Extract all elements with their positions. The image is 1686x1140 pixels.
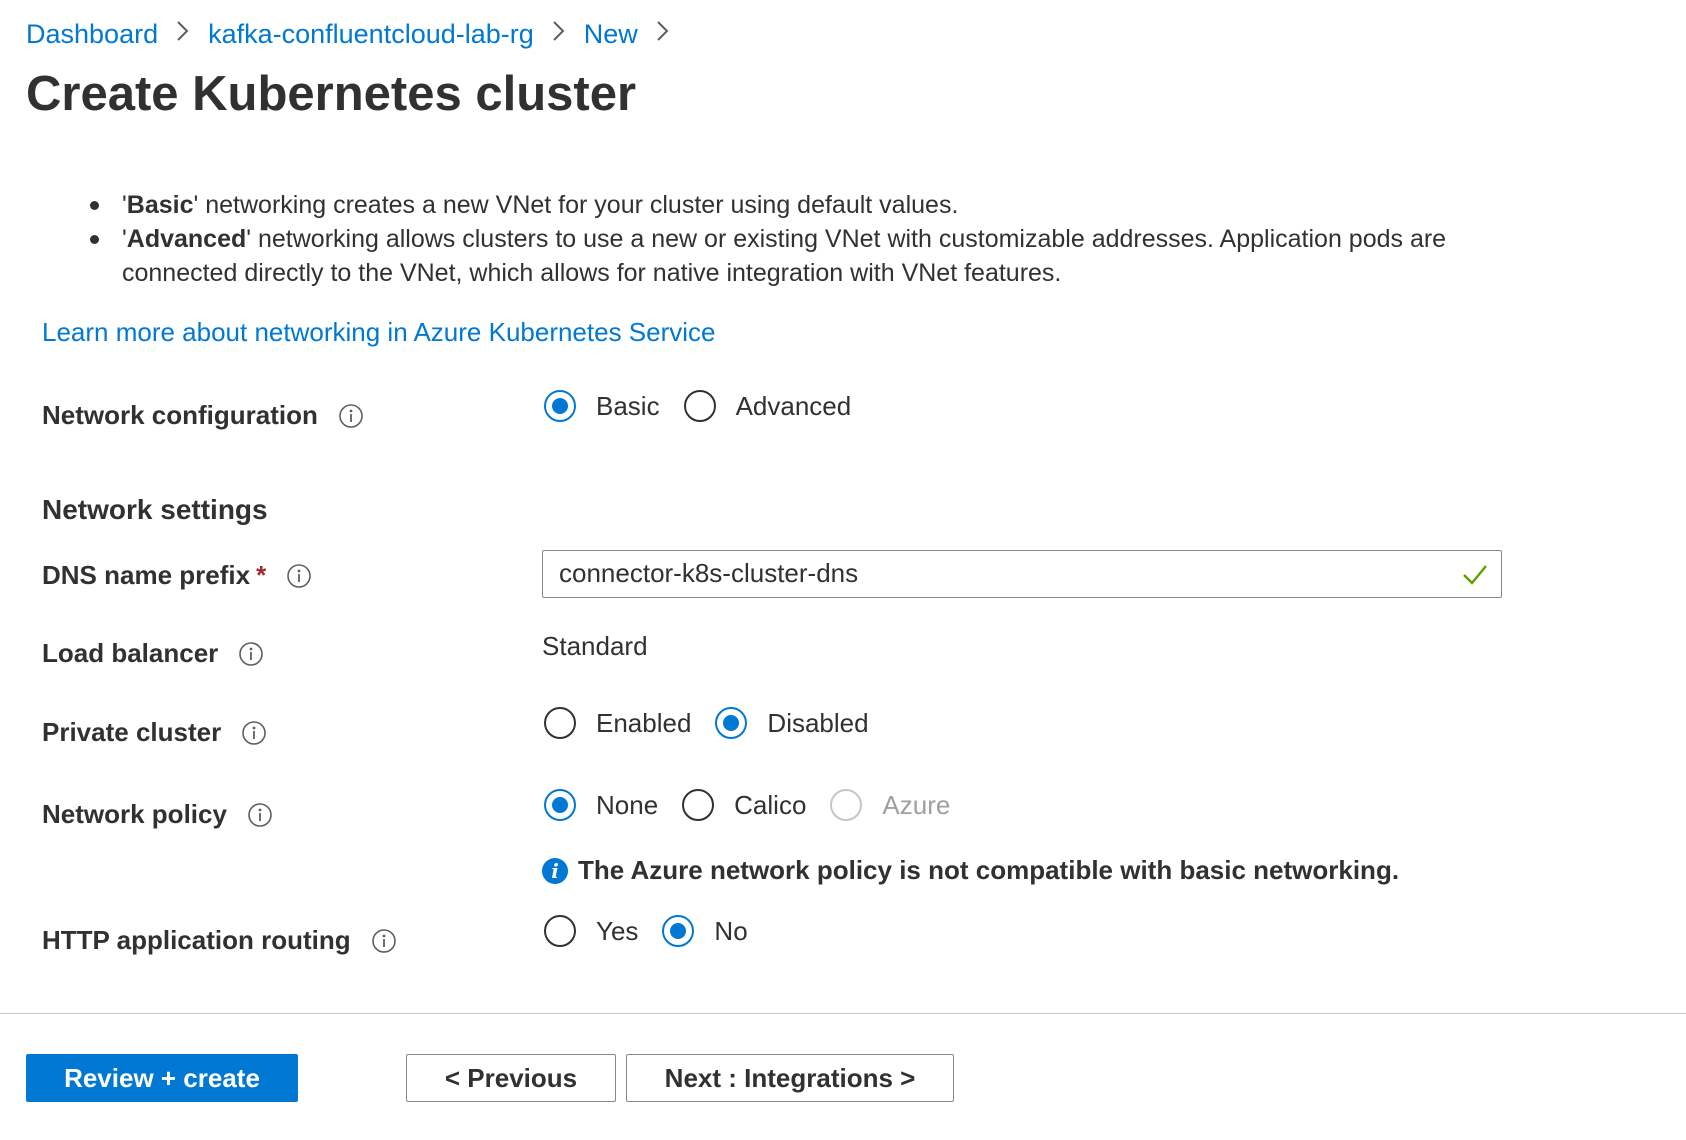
radio-button-no[interactable] (662, 915, 695, 947)
network-policy-radio-group: None Calico Azure (544, 789, 974, 821)
chevron-right-icon (176, 20, 190, 49)
radio-option-yes[interactable]: Yes (544, 915, 638, 947)
radio-button-azure (830, 789, 863, 821)
private-cluster-radio-group: Enabled Disabled (544, 707, 893, 739)
radio-option-azure: Azure (830, 789, 950, 821)
breadcrumb-item-new[interactable]: New (584, 19, 638, 50)
dns-name-prefix-input[interactable] (543, 551, 1419, 595)
learn-more-link[interactable]: Learn more about networking in Azure Kub… (42, 317, 716, 348)
info-circle-icon[interactable] (247, 802, 273, 828)
network-configuration-label: Network configuration (42, 400, 364, 431)
breadcrumb-item-dashboard[interactable]: Dashboard (26, 19, 158, 50)
network-policy-notice: i The Azure network policy is not compat… (542, 855, 1399, 886)
private-cluster-label: Private cluster (42, 717, 267, 748)
info-circle-icon[interactable] (338, 403, 364, 429)
list-item-basic: 'Basic' networking creates a new VNet fo… (86, 188, 1506, 222)
radio-button-basic[interactable] (544, 390, 576, 422)
info-filled-icon: i (542, 857, 568, 884)
required-marker: * (256, 560, 267, 590)
radio-option-none[interactable]: None (544, 789, 658, 821)
load-balancer-value: Standard (542, 631, 648, 661)
dns-name-prefix-input-box[interactable] (542, 550, 1502, 598)
previous-button[interactable]: < Previous (406, 1054, 616, 1102)
radio-button-yes[interactable] (544, 915, 576, 947)
info-circle-icon[interactable] (286, 563, 312, 589)
chevron-right-icon (552, 20, 566, 49)
info-circle-icon[interactable] (371, 928, 397, 954)
radio-option-basic[interactable]: Basic (544, 390, 660, 422)
radio-option-calico[interactable]: Calico (682, 789, 806, 821)
network-configuration-radio-group: Basic Advanced (544, 390, 875, 422)
radio-button-calico[interactable] (682, 789, 715, 821)
list-item-advanced: 'Advanced' networking allows clusters to… (86, 222, 1506, 290)
dns-name-prefix-label: DNS name prefix * (42, 560, 312, 591)
load-balancer-label: Load balancer (42, 638, 264, 669)
network-policy-label: Network policy (42, 799, 273, 830)
radio-button-none[interactable] (544, 789, 576, 821)
networking-description-list: 'Basic' networking creates a new VNet fo… (86, 188, 1506, 290)
http-application-routing-label: HTTP application routing (42, 925, 397, 956)
info-circle-icon[interactable] (238, 641, 264, 667)
page-title: Create Kubernetes cluster (26, 67, 637, 121)
radio-button-disabled[interactable] (715, 707, 748, 739)
breadcrumb-item-resource-group[interactable]: kafka-confluentcloud-lab-rg (208, 19, 534, 50)
radio-option-advanced[interactable]: Advanced (683, 390, 851, 422)
review-create-button[interactable]: Review + create (26, 1054, 298, 1102)
next-integrations-button[interactable]: Next : Integrations > (626, 1054, 954, 1102)
radio-option-enabled[interactable]: Enabled (544, 707, 691, 739)
breadcrumb: Dashboard kafka-confluentcloud-lab-rg Ne… (26, 14, 688, 54)
http-application-routing-radio-group: Yes No (544, 915, 772, 947)
info-circle-icon[interactable] (241, 720, 267, 746)
network-settings-heading: Network settings (42, 494, 268, 525)
radio-option-no[interactable]: No (662, 915, 748, 947)
radio-button-enabled[interactable] (544, 707, 576, 739)
footer-divider (0, 1013, 1686, 1014)
radio-button-advanced[interactable] (683, 390, 716, 422)
radio-option-disabled[interactable]: Disabled (715, 707, 869, 739)
checkmark-icon (1461, 560, 1489, 593)
chevron-right-icon (656, 20, 670, 49)
